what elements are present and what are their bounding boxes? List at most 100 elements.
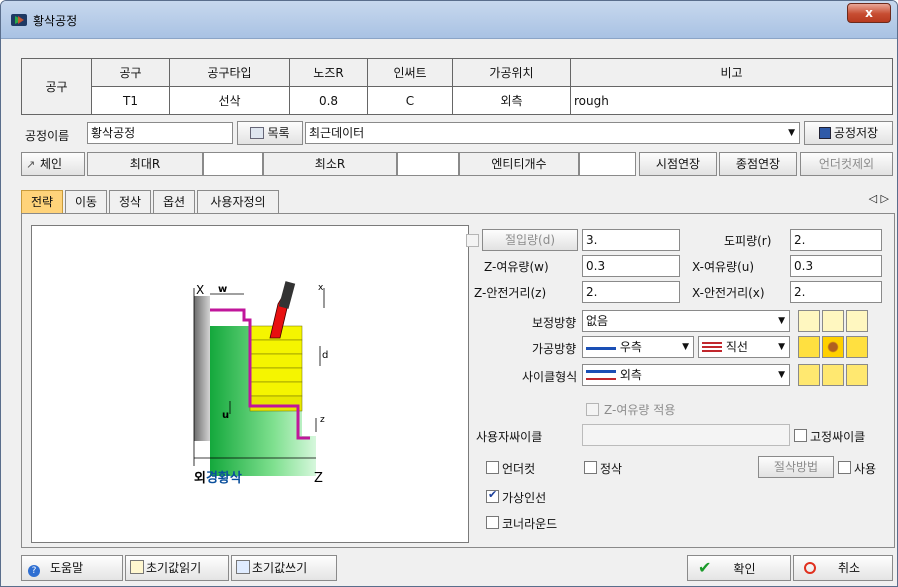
undercut-exclude-button[interactable]: 언더컷제외 (800, 152, 893, 176)
chain-button-label: 체인 (40, 157, 63, 171)
direction-value: 우측 (619, 340, 642, 354)
cycle-type-combo[interactable]: 외측 ▼ (582, 364, 790, 386)
save-process-label: 공정저장 (833, 126, 879, 140)
z-allow-apply-checkbox[interactable] (586, 403, 599, 416)
z-allowance-input[interactable]: 0.3 (582, 255, 680, 277)
header-tool: 공구 (91, 58, 170, 87)
read-defaults-label: 초기값읽기 (146, 561, 202, 575)
z-safe-input[interactable]: 2. (582, 281, 680, 303)
read-defaults-icon (130, 560, 144, 574)
save-process-button[interactable]: 공정저장 (804, 121, 893, 145)
z-allowance-label: Z-여유량(w) (484, 260, 549, 274)
virtual-insert-checkbox[interactable] (486, 488, 499, 503)
x-safe-label: X-안전거리(x) (692, 286, 765, 300)
tab-options[interactable]: 옵션 (153, 190, 195, 214)
process-name-label: 공정이름 (25, 129, 70, 143)
virtual-insert-label: 가상인선 (502, 491, 547, 505)
help-icon: ? (28, 565, 40, 577)
header-note: 비고 (570, 58, 893, 87)
read-defaults-button[interactable]: 초기값읽기 (125, 555, 229, 581)
x-axis-label: X (196, 283, 204, 297)
comp-center-icon[interactable] (822, 310, 844, 332)
x-allowance-input[interactable]: 0.3 (790, 255, 882, 277)
help-button[interactable]: ? 도움말 (21, 555, 123, 581)
tab-move[interactable]: 이동 (65, 190, 107, 214)
undercut-checkbox[interactable] (486, 461, 499, 474)
comp-right-icon[interactable] (846, 310, 868, 332)
tab-strategy[interactable]: 전략 (21, 190, 63, 214)
d-label: d (322, 350, 328, 361)
chevron-down-icon: ▼ (778, 342, 785, 352)
compensation-value: 없음 (586, 314, 609, 328)
position-value[interactable]: 외측 (452, 86, 571, 115)
depth-checkbox[interactable] (466, 234, 479, 247)
diagram-caption: 외경황삭 (194, 470, 242, 486)
cycle-right-icon[interactable] (846, 364, 868, 386)
list-button[interactable]: 목록 (237, 121, 303, 145)
recent-data-combo[interactable]: 최근데이터 ▼ (305, 122, 800, 144)
note-value[interactable]: rough (570, 86, 893, 115)
user-cycle-input[interactable] (582, 424, 790, 446)
roughing-diagram: X w x d u z 외경황삭 Z (193, 281, 328, 486)
end-extend-button[interactable]: 종점연장 (719, 152, 797, 176)
z-allow-apply-label: Z-여유량 적용 (604, 403, 676, 417)
dir-center-icon[interactable] (822, 336, 844, 358)
right-dir-icon (586, 340, 616, 350)
comp-left-icon[interactable] (798, 310, 820, 332)
direction-combo[interactable]: 우측 ▼ (582, 336, 694, 358)
nose-r-value[interactable]: 0.8 (289, 86, 368, 115)
cycle-center-icon[interactable] (822, 364, 844, 386)
tool-value[interactable]: T1 (91, 86, 170, 115)
entity-count-value[interactable] (579, 152, 636, 176)
tool-table: 공구 공구 공구타입 노즈R 인써트 가공위치 비고 T1 선삭 0.8 C 외… (21, 58, 893, 115)
tab-scroll-arrows[interactable]: ◁ ▷ (869, 192, 889, 205)
direction-type-value: 직선 (725, 340, 748, 354)
strategy-panel: X w x d u z 외경황삭 Z 절입량(d) 3. 도피량(r) 2. Z… (21, 213, 895, 548)
max-r-value[interactable] (203, 152, 263, 176)
close-button[interactable]: x (847, 3, 891, 23)
chevron-down-icon: ▼ (682, 342, 689, 352)
insert-value[interactable]: C (367, 86, 453, 115)
cycle-left-icon[interactable] (798, 364, 820, 386)
write-defaults-label: 초기값쓰기 (252, 561, 308, 575)
cancel-button[interactable]: 취소 (793, 555, 893, 581)
cut-method-button[interactable]: 절삭방법 (758, 456, 834, 478)
list-button-label: 목록 (267, 126, 290, 140)
direction-label: 가공방향 (532, 342, 577, 356)
z-axis-label: Z (314, 471, 323, 486)
ok-button[interactable]: ✔ 확인 (687, 555, 791, 581)
straight-icon (702, 342, 722, 352)
write-defaults-button[interactable]: 초기값쓰기 (231, 555, 337, 581)
depth-label[interactable]: 절입량(d) (482, 229, 578, 251)
compensation-combo[interactable]: 없음 ▼ (582, 310, 790, 332)
depth-input[interactable]: 3. (582, 229, 680, 251)
cycle-type-label: 사이클형식 (522, 370, 578, 384)
fixed-cycle-label: 고정싸이클 (810, 430, 866, 444)
start-extend-button[interactable]: 시점연장 (639, 152, 717, 176)
title-bar: 황삭공정 x (1, 1, 897, 39)
cancel-icon (804, 562, 816, 574)
corner-round-checkbox[interactable] (486, 516, 499, 529)
tab-finish[interactable]: 정삭 (109, 190, 151, 214)
chain-button[interactable]: ↗ 체인 (21, 152, 85, 176)
x-small-label: x (318, 283, 324, 293)
use-checkbox[interactable] (838, 461, 851, 474)
fixed-cycle-checkbox[interactable] (794, 429, 807, 442)
retract-input[interactable]: 2. (790, 229, 882, 251)
tool-type-value[interactable]: 선삭 (169, 86, 290, 115)
list-icon (250, 127, 265, 139)
dir-right-icon[interactable] (846, 336, 868, 358)
tab-user-defined[interactable]: 사용자정의 (197, 190, 279, 214)
help-label: 도움말 (50, 561, 84, 575)
diagram-box: X w x d u z 외경황삭 Z (31, 225, 469, 543)
use-label: 사용 (854, 462, 877, 476)
dir-left-icon[interactable] (798, 336, 820, 358)
min-r-value[interactable] (397, 152, 459, 176)
x-safe-input[interactable]: 2. (790, 281, 882, 303)
finish-checkbox[interactable] (584, 461, 597, 474)
direction-type-combo[interactable]: 직선 ▼ (698, 336, 790, 358)
entity-count-label: 엔티티개수 (459, 152, 579, 176)
tool-row-label: 공구 (21, 58, 92, 115)
z-safe-label: Z-안전거리(z) (474, 286, 547, 300)
process-name-input[interactable]: 황삭공정 (87, 122, 233, 144)
